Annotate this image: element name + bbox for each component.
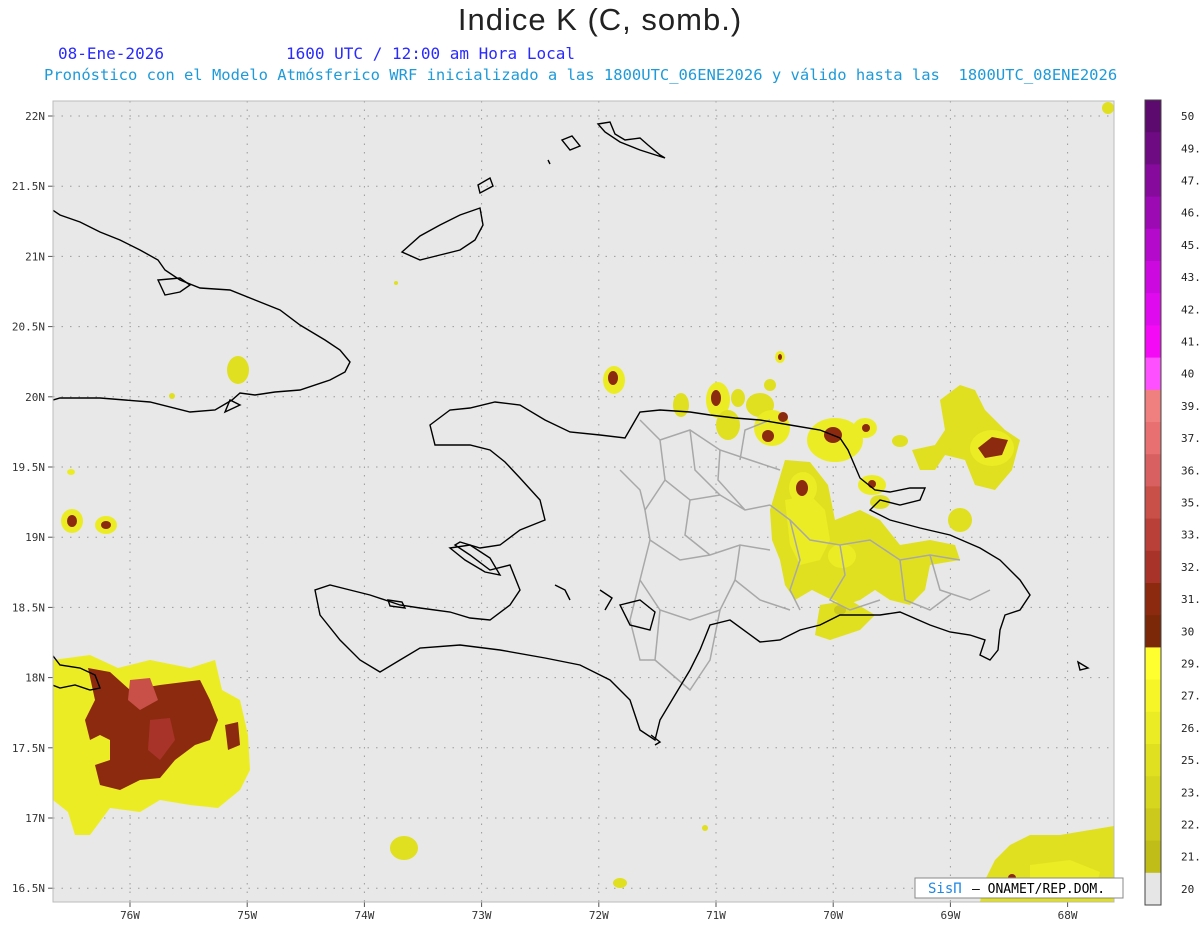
colorbar-label: 45.2 <box>1181 239 1200 252</box>
lat-label: 18.5N <box>12 601 45 614</box>
colorbar-swatch <box>1145 776 1161 809</box>
colorbar-label: 25.2 <box>1181 754 1200 767</box>
colorbar-label: 31.3 <box>1181 593 1200 606</box>
lat-label: 21N <box>25 250 45 263</box>
colorbar-swatch <box>1145 389 1161 423</box>
colorbar-swatch <box>1145 164 1161 198</box>
lon-label: 69W <box>940 909 960 922</box>
colorbar-swatch <box>1145 100 1161 133</box>
lat-label: 17N <box>25 812 45 825</box>
colorbar-label: 41.3 <box>1181 336 1200 349</box>
colorbar-swatch <box>1145 872 1161 906</box>
lat-label: 20N <box>25 391 45 404</box>
lon-label: 71W <box>706 909 726 922</box>
colorbar-swatch <box>1145 550 1161 584</box>
credit-box: SisΠ – ONAMET/REP.DOM. <box>914 877 1124 899</box>
colorbar-label: 50 <box>1181 110 1194 123</box>
colorbar-label: 47.8 <box>1181 175 1200 188</box>
lon-label: 73W <box>472 909 492 922</box>
colorbar-label: 39.1 <box>1181 400 1200 413</box>
colorbar-swatch <box>1145 293 1161 326</box>
lon-label: 68W <box>1058 909 1078 922</box>
colorbar-swatch <box>1145 228 1161 262</box>
colorbar-swatch <box>1145 518 1161 552</box>
colorbar-label: 26.5 <box>1181 722 1200 735</box>
lat-label: 18N <box>25 672 45 685</box>
colorbar-label: 40 <box>1181 368 1194 381</box>
lon-label: 74W <box>354 909 374 922</box>
colorbar-swatch <box>1145 808 1161 842</box>
colorbar-label: 36.5 <box>1181 464 1200 477</box>
lon-label: 76W <box>120 909 140 922</box>
colorbar-swatch <box>1145 583 1161 616</box>
colorbar-swatch <box>1145 679 1161 713</box>
colorbar-label: 37.8 <box>1181 432 1200 445</box>
lat-label: 16.5N <box>12 882 45 895</box>
latitude-labels: 22N 21.5N 21N 20.5N 20N 19.5N 19N 18.5N 18N 17.5N… <box>12 110 45 895</box>
colorbar-swatch <box>1145 486 1161 520</box>
colorbar-label: 22.6 <box>1181 819 1200 832</box>
colorbar-swatch <box>1145 647 1161 681</box>
colorbar-label: 23.9 <box>1181 786 1200 799</box>
credit-text: – ONAMET/REP.DOM. <box>972 882 1105 897</box>
colorbar-swatch <box>1145 615 1161 648</box>
colorbar-label: 46.5 <box>1181 207 1200 220</box>
credit-brand: SisΠ <box>928 881 962 897</box>
colorbar-swatch <box>1145 422 1161 455</box>
colorbar-label: 27.8 <box>1181 690 1200 703</box>
colorbar-label: 20 <box>1181 883 1194 896</box>
colorbar-label: 35.2 <box>1181 497 1200 510</box>
colorbar-swatch <box>1145 132 1161 165</box>
colorbar-label: 33.9 <box>1181 529 1200 542</box>
lon-label: 70W <box>823 909 843 922</box>
colorbar-swatch <box>1145 196 1161 230</box>
lat-label: 19.5N <box>12 461 45 474</box>
colorbar-swatch <box>1145 711 1161 745</box>
colorbar-swatch <box>1145 261 1161 294</box>
k-index-map: 22N 21.5N 21N 20.5N 20N 19.5N 19N 18.5N 18N 17.5N… <box>12 99 1200 922</box>
colorbar-label: 29.1 <box>1181 658 1200 671</box>
colorbar-label: 30 <box>1181 625 1194 638</box>
colorbar-label: 49.1 <box>1181 142 1200 155</box>
colorbar-label: 32.6 <box>1181 561 1200 574</box>
colorbar-label: 42.6 <box>1181 303 1200 316</box>
colorbar-swatch <box>1145 325 1161 359</box>
colorbar-swatch <box>1145 454 1161 487</box>
colorbar-swatch <box>1145 840 1161 874</box>
lat-label: 22N <box>25 110 45 123</box>
lat-label: 21.5N <box>12 180 45 193</box>
lon-label: 75W <box>237 909 257 922</box>
colorbar: 50 49.1 47.8 46.5 45.2 43.9 42.6 41.3 40 39.1 37.8… <box>1144 99 1200 906</box>
colorbar-swatch <box>1145 357 1161 391</box>
longitude-labels: 76W 75W 74W 73W 72W 71W 70W 69W 68W <box>120 909 1078 922</box>
colorbar-label: 43.9 <box>1181 271 1200 284</box>
lat-label: 17.5N <box>12 742 45 755</box>
colorbar-swatch <box>1145 744 1161 777</box>
lon-label: 72W <box>589 909 609 922</box>
lat-label: 19N <box>25 531 45 544</box>
lat-label: 20.5N <box>12 321 45 334</box>
colorbar-label: 21.3 <box>1181 851 1200 864</box>
